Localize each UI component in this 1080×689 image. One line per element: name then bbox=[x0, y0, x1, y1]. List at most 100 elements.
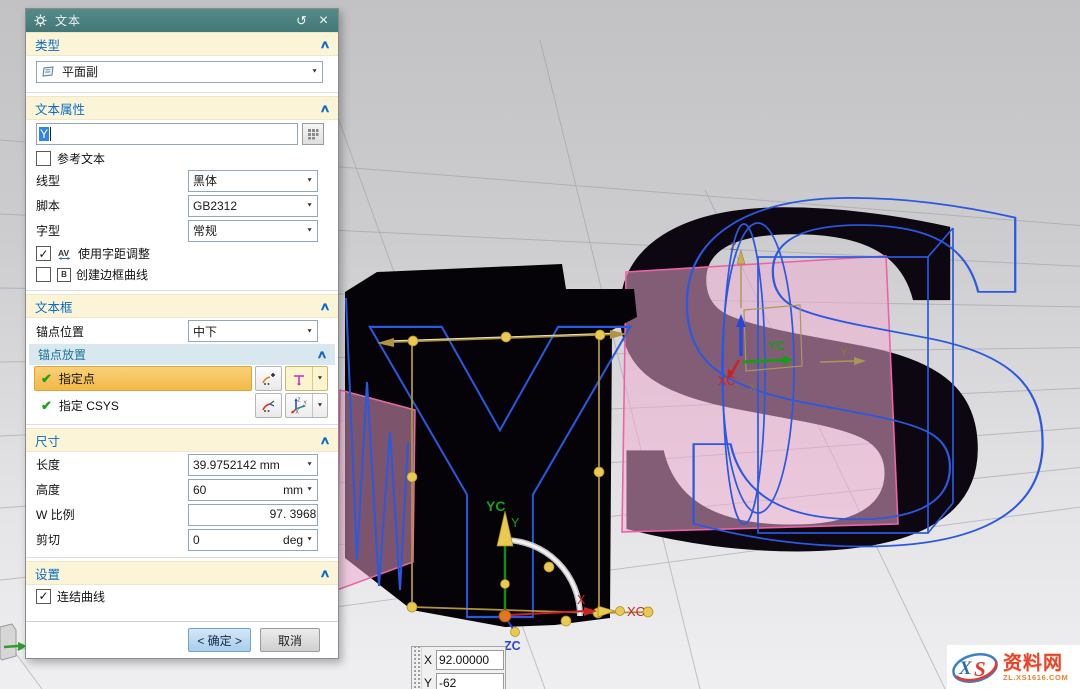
svg-text:Z: Z bbox=[298, 398, 301, 404]
svg-text:X: X bbox=[296, 410, 300, 415]
join-curves-checkbox[interactable]: ✓ bbox=[36, 589, 51, 604]
cancel-button[interactable]: 取消 bbox=[260, 628, 320, 652]
type-value: 平面副 bbox=[62, 63, 309, 80]
letter-y-wireframe: Y bbox=[368, 249, 631, 689]
unit-label: mm bbox=[283, 483, 303, 497]
watermark: X S 资料网 ZL.XS1616.COM bbox=[947, 645, 1080, 689]
y-axis-label: Y bbox=[840, 345, 848, 359]
csys-dialog-icon bbox=[261, 398, 276, 413]
height-field[interactable]: 60 mm ▼ bbox=[188, 479, 318, 501]
subsection-header-anchor-placement[interactable]: 锚点放置 ∧ bbox=[29, 344, 335, 365]
arc-ball-1 bbox=[544, 562, 554, 572]
type-dropdown[interactable]: 平面副 ▼ bbox=[36, 61, 323, 83]
collapse-icon: ∧ bbox=[319, 567, 330, 580]
point-inference-icon bbox=[286, 367, 312, 390]
collapse-icon: ∧ bbox=[319, 38, 330, 51]
gear-icon[interactable] bbox=[33, 13, 48, 28]
dropdown-arrow-icon: ▼ bbox=[306, 487, 313, 493]
section-header-settings[interactable]: 设置 ∧ bbox=[26, 561, 338, 585]
dropdown-arrow-icon: ▼ bbox=[306, 328, 313, 334]
dropdown-arrow-icon: ▼ bbox=[306, 462, 313, 468]
collapse-icon: ∧ bbox=[319, 434, 330, 447]
font-dropdown[interactable]: 黑体 ▼ bbox=[188, 170, 318, 192]
yc-label: YC bbox=[486, 498, 505, 514]
section-header-type[interactable]: 类型 ∧ bbox=[26, 32, 338, 56]
svg-text:AV: AV bbox=[58, 248, 70, 258]
ok-button[interactable]: < 确定 > bbox=[188, 628, 251, 652]
xc-label: XC bbox=[627, 604, 645, 619]
csys-dialog-button[interactable] bbox=[255, 393, 282, 418]
svg-text:X: X bbox=[958, 658, 973, 679]
letter-s-wireframe[interactable]: S bbox=[648, 107, 1079, 649]
script-dropdown[interactable]: GB2312 ▼ bbox=[188, 195, 318, 217]
close-icon[interactable]: × bbox=[316, 13, 331, 28]
y-coordinate-label: Y bbox=[424, 676, 433, 689]
origin-ball bbox=[499, 610, 511, 622]
y-label: Y bbox=[511, 516, 520, 530]
specify-csys-row[interactable]: ✔ 指定 CSYS bbox=[34, 394, 252, 417]
drag-handle[interactable] bbox=[412, 647, 422, 689]
coordinate-input-panel[interactable]: X Y bbox=[411, 646, 506, 689]
letter-y-block[interactable]: Y bbox=[337, 249, 637, 689]
dropdown-arrow-icon: ▼ bbox=[306, 228, 313, 234]
x-axis-label: X bbox=[749, 382, 757, 394]
y-coordinate-input[interactable] bbox=[436, 673, 504, 689]
unit-label: deg bbox=[283, 533, 303, 547]
dropdown-arrow-icon: ▼ bbox=[311, 69, 318, 75]
x-coordinate-label: X bbox=[424, 653, 433, 667]
application-window: S S Z YC XC X bbox=[0, 0, 1080, 689]
kerning-icon: AV bbox=[57, 247, 73, 260]
reference-text-checkbox[interactable] bbox=[36, 151, 51, 166]
dialog-title: 文本 bbox=[55, 12, 287, 29]
point-inference-dropdown[interactable]: ▼ bbox=[285, 366, 328, 391]
checkmark-icon: ✔ bbox=[41, 398, 52, 414]
dropdown-arrow-icon[interactable]: ▼ bbox=[312, 367, 327, 390]
csys-type-dropdown[interactable]: Z Y X ▼ bbox=[285, 393, 328, 418]
csys-triad-icon: Z Y X bbox=[286, 394, 312, 417]
border-box-icon: B bbox=[57, 268, 71, 282]
dialog-titlebar[interactable]: 文本 ↺ × bbox=[26, 9, 338, 32]
grid-icon bbox=[307, 128, 319, 140]
bounding-curves-checkbox[interactable] bbox=[36, 267, 51, 282]
axis-ball bbox=[501, 580, 510, 589]
text-input-value: Y bbox=[39, 127, 49, 141]
dropdown-arrow-icon: ▼ bbox=[306, 178, 313, 184]
z-axis-label: Z bbox=[730, 241, 737, 253]
x-coordinate-input[interactable] bbox=[436, 650, 504, 670]
collapse-icon: ∧ bbox=[319, 300, 330, 313]
text-input[interactable]: Y bbox=[36, 123, 298, 145]
planar-type-icon bbox=[41, 66, 55, 78]
yc-axis-label: YC bbox=[768, 339, 785, 353]
collapse-icon: ∧ bbox=[319, 102, 330, 115]
checkmark-icon: ✔ bbox=[41, 371, 52, 387]
kerning-checkbox[interactable]: ✓ bbox=[36, 246, 51, 261]
section-header-text-frame[interactable]: 文本框 ∧ bbox=[26, 294, 338, 318]
watermark-site-url: ZL.XS1616.COM bbox=[1003, 674, 1068, 682]
x-label: X bbox=[577, 593, 586, 607]
section-header-text-properties[interactable]: 文本属性 ∧ bbox=[26, 96, 338, 120]
point-dialog-button[interactable] bbox=[255, 366, 282, 391]
text-dialog: 文本 ↺ × 类型 ∧ 平面副 bbox=[25, 8, 339, 659]
style-dropdown[interactable]: 常规 ▼ bbox=[188, 220, 318, 242]
watermark-site-name: 资料网 bbox=[1003, 654, 1063, 673]
zc-label: ZC bbox=[504, 639, 521, 653]
svg-text:S: S bbox=[974, 657, 986, 681]
w-scale-field[interactable]: 97. 39687 bbox=[188, 504, 318, 526]
shear-field[interactable]: 0 deg ▼ bbox=[188, 529, 318, 551]
anchor-location-dropdown[interactable]: 中下 ▼ bbox=[188, 320, 318, 342]
arc-ball-2 bbox=[561, 616, 571, 626]
dropdown-arrow-icon: ▼ bbox=[306, 203, 313, 209]
collapse-icon: ∧ bbox=[316, 348, 327, 361]
text-symbol-grid-button[interactable] bbox=[302, 123, 324, 145]
watermark-logo: X S bbox=[950, 648, 1002, 688]
xc-axis-label: XC bbox=[718, 374, 735, 388]
section-header-dimensions[interactable]: 尺寸 ∧ bbox=[26, 428, 338, 452]
text-caret bbox=[50, 127, 51, 141]
point-dialog-icon bbox=[261, 371, 276, 386]
dialog-footer: < 确定 > 取消 bbox=[26, 621, 338, 658]
length-field[interactable]: 39.9752142 mm ▼ bbox=[188, 454, 318, 476]
reset-icon[interactable]: ↺ bbox=[294, 13, 309, 28]
svg-text:Y: Y bbox=[304, 401, 308, 407]
specify-point-row[interactable]: ✔ 指定点 bbox=[34, 366, 252, 391]
dropdown-arrow-icon[interactable]: ▼ bbox=[312, 394, 327, 417]
